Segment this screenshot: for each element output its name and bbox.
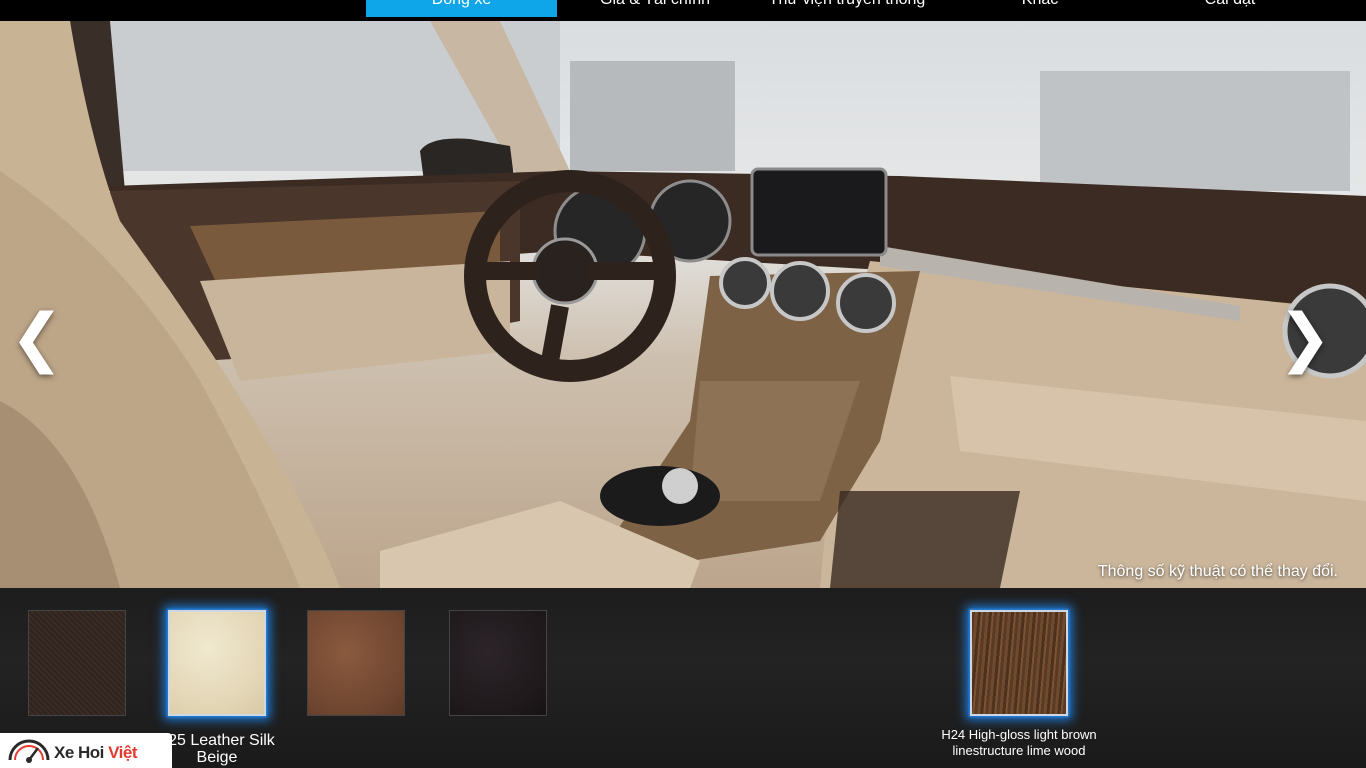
tab-price-finance[interactable]: Giá & Tài chính bbox=[565, 0, 745, 17]
upholstery-swatch-saddle-brown[interactable] bbox=[307, 610, 405, 716]
interior-illustration bbox=[0, 21, 1366, 588]
next-arrow-icon[interactable]: ❯ bbox=[1278, 306, 1332, 370]
previous-arrow-icon[interactable]: ❮ bbox=[10, 306, 64, 370]
top-navigation: Dòng xe Giá & Tài chính Thư viện truyền … bbox=[0, 0, 1366, 21]
tab-other[interactable]: Khác bbox=[990, 0, 1090, 17]
upholstery-swatch-silk-beige[interactable] bbox=[168, 610, 266, 716]
trim-swatch-lime-wood[interactable] bbox=[970, 610, 1068, 716]
upholstery-swatch-espresso-fabric[interactable] bbox=[28, 610, 126, 716]
tab-models[interactable]: Dòng xe bbox=[366, 0, 557, 17]
swatch-panel: 225 Leather Silk Beige H24 High-gloss li… bbox=[0, 588, 1366, 768]
tab-settings[interactable]: Cài đặt bbox=[1170, 0, 1290, 17]
tab-media-library[interactable]: Thư viện truyền thông bbox=[752, 0, 942, 17]
logo-text: Xe Hoi Việt bbox=[54, 743, 137, 762]
upholstery-swatch-black[interactable] bbox=[449, 610, 547, 716]
xehoiviet-logo: Xe Hoi Việt bbox=[0, 733, 172, 768]
interior-view: ❮ ❯ Thông số kỹ thuật có thể thay đổi. bbox=[0, 21, 1366, 588]
specs-disclaimer: Thông số kỹ thuật có thể thay đổi. bbox=[1097, 563, 1338, 580]
car-gauge-icon bbox=[8, 739, 50, 763]
trim-selected-label: H24 High-gloss light brown linestructure… bbox=[941, 727, 1097, 758]
